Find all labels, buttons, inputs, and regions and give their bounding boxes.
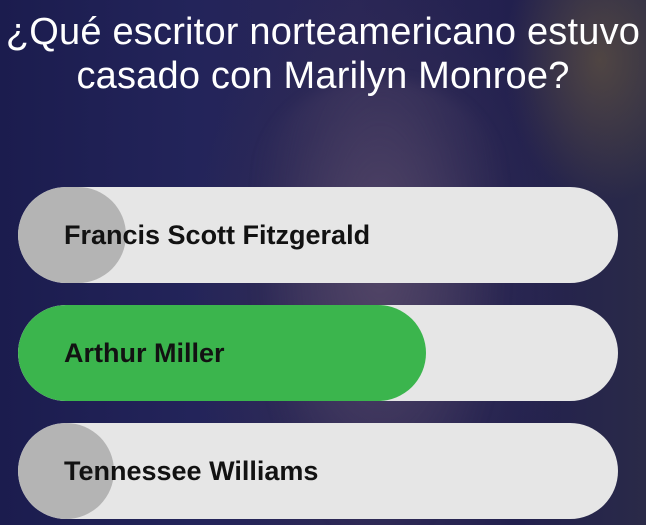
answer-label: Francis Scott Fitzgerald [64, 220, 371, 250]
answer-option-francis-scott-fitzgerald[interactable]: Francis Scott Fitzgerald [18, 187, 618, 283]
answer-option-arthur-miller[interactable]: Arthur Miller [18, 305, 618, 401]
answer-label: Arthur Miller [64, 338, 225, 368]
answer-option-tennessee-williams[interactable]: Tennessee Williams [18, 423, 618, 519]
answer-list: Francis Scott Fitzgerald Arthur Miller T… [18, 187, 618, 525]
question-text: ¿Qué escritor norteamericano estuvo casa… [5, 11, 641, 97]
answer-label: Tennessee Williams [64, 456, 319, 486]
